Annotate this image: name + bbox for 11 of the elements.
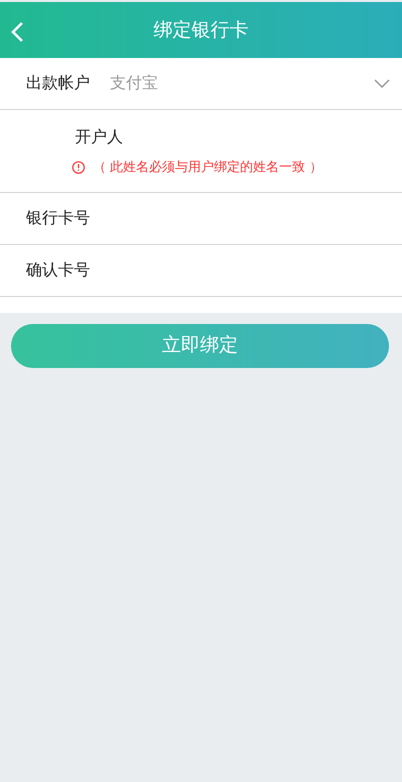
field-label: 确认卡号: [25, 258, 90, 280]
account-select[interactable]: 支付宝: [90, 58, 402, 108]
warning-note: （ 此姓名必须与用户绑定的姓名一致 ）: [93, 159, 322, 177]
bind-button[interactable]: 立即绑定: [11, 324, 389, 368]
chevron-down-icon: [374, 78, 390, 88]
back-button[interactable]: [10, 19, 24, 41]
field-label: 银行卡号: [25, 206, 90, 228]
field-label: 出款帐户: [25, 72, 90, 94]
page-title: 绑定银行卡: [154, 18, 248, 42]
warning-icon: [72, 161, 85, 174]
field-label: 开户人: [74, 126, 124, 148]
